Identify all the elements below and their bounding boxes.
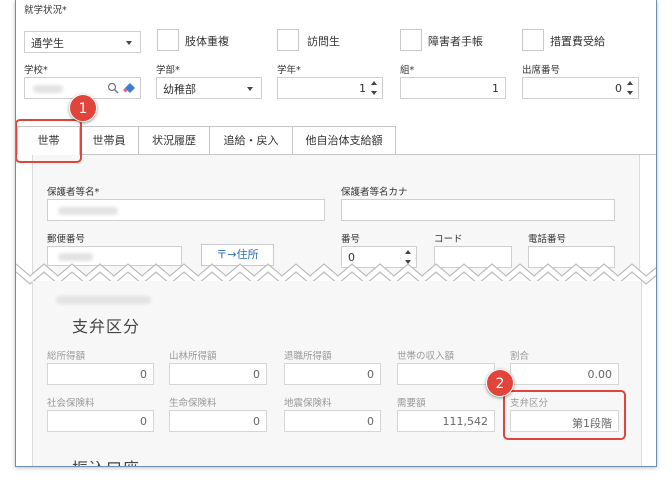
attendance-input[interactable]: 0 bbox=[522, 77, 639, 99]
highlight-payment-class bbox=[503, 390, 626, 440]
demand-amount-field: 111,542 bbox=[397, 410, 495, 432]
checkbox-label-physical-multiple: 肢体重複 bbox=[185, 35, 229, 48]
grade-input[interactable]: 1 bbox=[277, 77, 383, 99]
ratio-field: 0.00 bbox=[510, 363, 619, 385]
search-icon[interactable] bbox=[107, 82, 119, 94]
ratio-value: 0.00 bbox=[587, 368, 613, 381]
retirement-income-label: 退職所得額 bbox=[284, 351, 332, 362]
household-income-label: 世帯の収入額 bbox=[397, 351, 455, 362]
redacted-text bbox=[56, 296, 151, 304]
total-income-label: 総所得額 bbox=[47, 351, 86, 362]
household-income-field bbox=[397, 363, 495, 385]
eraser-icon[interactable] bbox=[123, 82, 136, 95]
class-value: 1 bbox=[492, 82, 499, 95]
application-window: 就学状況* 通学生 肢体重複 訪問生 障害者手帳 措置費受給 学校* 学部* 幼… bbox=[15, 0, 657, 467]
code-label: コード bbox=[434, 234, 463, 245]
enroll-status-select[interactable]: 通学生 bbox=[24, 31, 141, 53]
social-insurance-value: 0 bbox=[140, 415, 147, 428]
earthquake-insurance-label: 地震保険料 bbox=[284, 398, 332, 409]
redacted-text bbox=[58, 207, 118, 215]
class-input[interactable]: 1 bbox=[400, 77, 506, 99]
checkbox-label-measure-expense: 措置費受給 bbox=[550, 35, 605, 48]
tab-other-municipality[interactable]: 他自治体支給額 bbox=[292, 126, 396, 155]
forest-income-value: 0 bbox=[253, 368, 260, 381]
callout-badge-2: 2 bbox=[486, 369, 514, 397]
department-select[interactable]: 幼稚部 bbox=[156, 77, 262, 99]
checkbox-label-home-visit: 訪問生 bbox=[307, 35, 340, 48]
phone-label: 電話番号 bbox=[528, 234, 567, 245]
spinner-icon[interactable] bbox=[627, 81, 635, 95]
redacted-text bbox=[33, 85, 63, 93]
total-income-field: 0 bbox=[47, 363, 154, 385]
ratio-label: 割合 bbox=[510, 351, 530, 362]
retirement-income-field: 0 bbox=[284, 363, 381, 385]
highlight-tab-household bbox=[16, 119, 82, 163]
earthquake-insurance-value: 0 bbox=[367, 415, 374, 428]
tab-supplement-refund[interactable]: 追給・戻入 bbox=[209, 126, 293, 155]
retirement-income-value: 0 bbox=[367, 368, 374, 381]
tab-status-history[interactable]: 状況履歴 bbox=[138, 126, 210, 155]
life-insurance-label: 生命保険料 bbox=[169, 398, 217, 409]
grade-value: 1 bbox=[359, 82, 366, 95]
social-insurance-field: 0 bbox=[47, 410, 154, 432]
demand-amount-value: 111,542 bbox=[442, 415, 489, 428]
payment-section-title: 支弁区分 bbox=[72, 317, 141, 336]
callout-badge-1: 1 bbox=[69, 94, 97, 122]
chevron-down-icon bbox=[126, 41, 132, 45]
bank-account-section-title: 振込口座 bbox=[72, 455, 140, 466]
attendance-label: 出席番号 bbox=[522, 65, 561, 76]
chevron-down-icon bbox=[247, 87, 253, 91]
spinner-icon[interactable] bbox=[371, 81, 379, 95]
life-insurance-value: 0 bbox=[253, 415, 260, 428]
enroll-status-value: 通学生 bbox=[31, 37, 64, 50]
checkbox-physical-multiple[interactable] bbox=[157, 29, 179, 51]
enroll-status-label: 就学状況* bbox=[24, 5, 67, 16]
tab-household-members[interactable]: 世帯員 bbox=[79, 126, 139, 155]
earthquake-insurance-field: 0 bbox=[284, 410, 381, 432]
guardian-kana-input[interactable] bbox=[341, 199, 615, 221]
attendance-value: 0 bbox=[615, 82, 622, 95]
number-label: 番号 bbox=[341, 234, 361, 245]
guardian-name-label: 保護者等名* bbox=[47, 187, 100, 198]
total-income-value: 0 bbox=[140, 368, 147, 381]
guardian-kana-label: 保護者等名カナ bbox=[341, 187, 408, 198]
guardian-name-input[interactable] bbox=[47, 199, 325, 221]
postal-label: 郵便番号 bbox=[47, 234, 86, 245]
demand-amount-label: 需要額 bbox=[397, 398, 426, 409]
school-label: 学校* bbox=[24, 65, 48, 76]
checkbox-measure-expense[interactable] bbox=[522, 29, 544, 51]
checkbox-home-visit[interactable] bbox=[277, 29, 299, 51]
department-label: 学部* bbox=[156, 65, 180, 76]
life-insurance-field: 0 bbox=[169, 410, 267, 432]
forest-income-field: 0 bbox=[169, 363, 267, 385]
department-value: 幼稚部 bbox=[163, 83, 196, 96]
forest-income-label: 山林所得額 bbox=[169, 351, 217, 362]
checkbox-disability-card[interactable] bbox=[400, 29, 422, 51]
class-label: 組* bbox=[400, 65, 415, 76]
grade-label: 学年* bbox=[277, 65, 301, 76]
social-insurance-label: 社会保険料 bbox=[47, 398, 95, 409]
checkbox-label-disability-card: 障害者手帳 bbox=[428, 35, 483, 48]
